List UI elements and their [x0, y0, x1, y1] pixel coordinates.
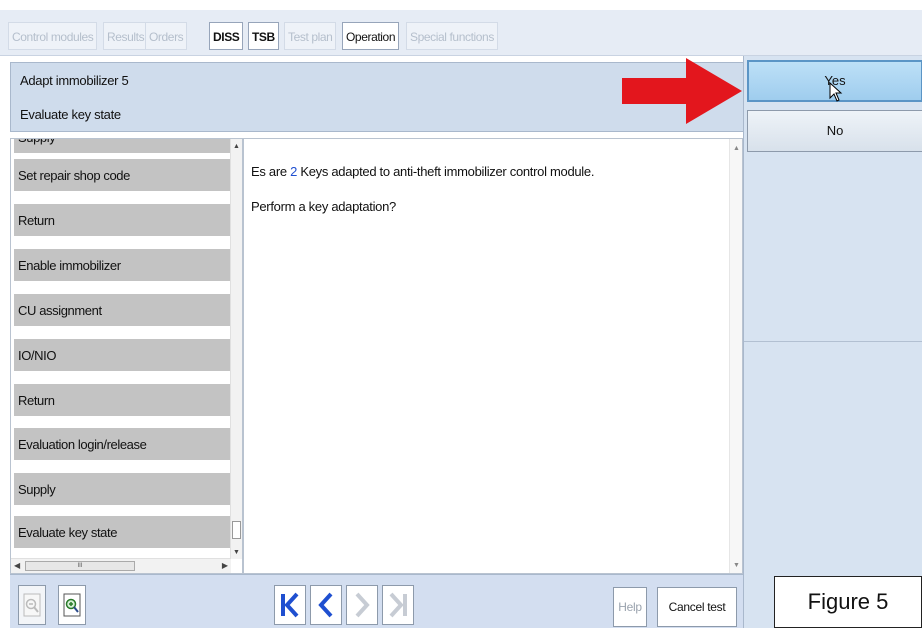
step-item[interactable]: CU assignment	[14, 294, 235, 328]
step-item[interactable]: Evaluate key state	[14, 516, 235, 550]
tab-operation[interactable]: Operation	[342, 22, 400, 50]
tab-diss[interactable]: DISS	[209, 22, 244, 50]
step-item[interactable]: IO/NIO	[14, 339, 235, 373]
scroll-right-icon[interactable]: ▶	[222, 561, 228, 570]
step-item[interactable]: Enable immobilizer	[14, 249, 235, 283]
help-button[interactable]: Help	[613, 587, 647, 627]
step-item[interactable]: Set repair shop code	[14, 159, 235, 193]
top-strip	[0, 0, 922, 10]
tab-bar: Control modules Results Orders DISS TSB …	[0, 10, 922, 56]
answer-panel: Yes No	[743, 56, 922, 628]
step-item[interactable]: Supply	[14, 473, 235, 507]
hscroll-thumb[interactable]: III	[25, 561, 135, 571]
red-arrow-icon	[622, 58, 742, 124]
scroll-down-icon[interactable]: ▼	[233, 549, 240, 556]
key-status-message: Es are 2 Keys adapted to anti-theft immo…	[251, 164, 594, 179]
figure-label: Figure 5	[774, 576, 922, 628]
tab-control-modules[interactable]: Control modules	[8, 22, 98, 50]
message-prefix: Es are	[251, 164, 291, 179]
step-item[interactable]: Evaluation login/release	[14, 428, 235, 462]
tab-orders[interactable]: Orders	[145, 22, 188, 50]
tab-results[interactable]: Results	[103, 22, 149, 50]
scroll-up-icon[interactable]: ▲	[733, 145, 740, 152]
operation-subtitle: Evaluate key state	[20, 107, 121, 122]
scroll-down-icon[interactable]: ▼	[733, 562, 740, 569]
scroll-up-icon[interactable]: ▲	[233, 143, 240, 150]
zoom-in-button[interactable]	[58, 585, 86, 625]
operation-title: Adapt immobilizer 5	[20, 73, 129, 88]
previous-icon	[318, 592, 333, 618]
next-step-button[interactable]	[346, 585, 378, 625]
message-suffix: Keys adapted to anti-theft immobilizer c…	[297, 164, 595, 179]
step-item[interactable]: Return	[14, 204, 235, 238]
message-scrollbar[interactable]: ▲ ▼	[729, 139, 742, 573]
scroll-thumb[interactable]	[232, 521, 241, 539]
zoom-in-icon	[63, 593, 81, 617]
zoom-out-icon	[23, 593, 41, 617]
steps-horizontal-scrollbar[interactable]: ◀ III ▶	[11, 558, 231, 573]
tab-special-functions[interactable]: Special functions	[406, 22, 498, 50]
panel-divider	[744, 341, 922, 342]
last-step-button[interactable]	[382, 585, 414, 625]
skip-last-icon	[389, 592, 407, 618]
tab-tsb[interactable]: TSB	[248, 22, 279, 50]
no-button[interactable]: No	[747, 110, 922, 152]
bottom-toolbar: Help Cancel test	[10, 574, 743, 628]
skip-first-icon	[281, 592, 299, 618]
test-steps-list: Supply Set repair shop code Return Enabl…	[10, 138, 243, 574]
previous-step-button[interactable]	[310, 585, 342, 625]
cancel-test-button[interactable]: Cancel test	[657, 587, 737, 627]
next-icon	[355, 592, 370, 618]
steps-vertical-scrollbar[interactable]: ▲ ▼	[230, 139, 242, 559]
adaptation-question: Perform a key adaptation?	[251, 199, 396, 214]
tab-test-plan[interactable]: Test plan	[284, 22, 337, 50]
step-item[interactable]: Supply	[14, 139, 235, 155]
mouse-cursor-icon	[829, 82, 843, 102]
message-pane: Es are 2 Keys adapted to anti-theft immo…	[243, 138, 743, 574]
key-count: 2	[290, 164, 298, 179]
step-item[interactable]: Return	[14, 384, 235, 418]
first-step-button[interactable]	[274, 585, 306, 625]
scroll-left-icon[interactable]: ◀	[14, 561, 20, 570]
zoom-out-button[interactable]	[18, 585, 46, 625]
